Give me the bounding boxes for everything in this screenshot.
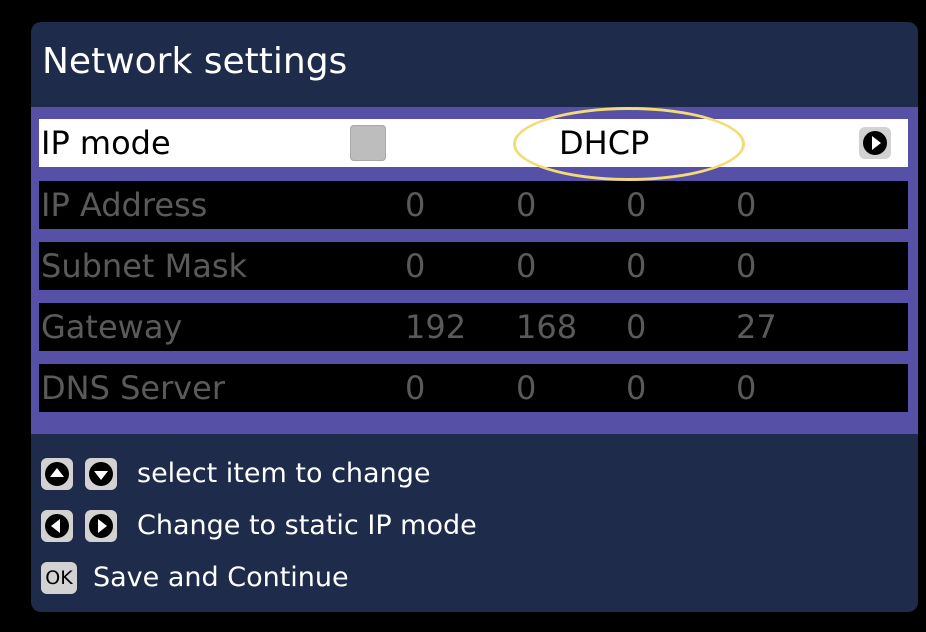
settings-list: IP mode DHCP IP Address 0 0 0 0 Subnet M…: [31, 107, 918, 434]
gateway-octet-2[interactable]: 168: [516, 303, 577, 351]
help-select-item-text: select item to change: [137, 458, 431, 489]
ip-address-octet-1[interactable]: 0: [405, 181, 425, 229]
dns-server-label: DNS Server: [41, 369, 225, 407]
help-change-mode-text: Change to static IP mode: [137, 510, 477, 541]
right-arrow-icon[interactable]: [859, 127, 891, 159]
ip-mode-label: IP mode: [41, 124, 171, 162]
screen-background: Network settings IP mode DHCP IP Address: [0, 0, 926, 632]
up-arrow-icon: [41, 458, 73, 490]
help-save-continue-text: Save and Continue: [93, 562, 349, 593]
subnet-mask-octet-1[interactable]: 0: [405, 242, 425, 290]
ok-button-icon: OK: [41, 562, 77, 594]
gateway-octet-4[interactable]: 27: [736, 303, 777, 351]
subnet-mask-row[interactable]: Subnet Mask 0 0 0 0: [39, 242, 908, 290]
gateway-octet-3[interactable]: 0: [626, 303, 646, 351]
down-arrow-icon: [85, 458, 117, 490]
subnet-mask-octet-3[interactable]: 0: [626, 242, 646, 290]
subnet-mask-octet-4[interactable]: 0: [736, 242, 756, 290]
gateway-row[interactable]: Gateway 192 168 0 27: [39, 303, 908, 351]
dns-server-octet-3[interactable]: 0: [626, 364, 646, 412]
dns-server-row[interactable]: DNS Server 0 0 0 0: [39, 364, 908, 412]
page-title: Network settings: [42, 41, 348, 82]
left-arrow-icon: [41, 510, 73, 542]
gateway-octet-1[interactable]: 192: [405, 303, 466, 351]
subnet-mask-label: Subnet Mask: [41, 247, 248, 285]
dns-server-octet-4[interactable]: 0: [736, 364, 756, 412]
dns-server-octet-1[interactable]: 0: [405, 364, 425, 412]
ip-address-label: IP Address: [41, 186, 208, 224]
left-arrow-disabled-icon: [350, 125, 386, 161]
ip-mode-row[interactable]: IP mode DHCP: [39, 107, 908, 181]
ip-address-row[interactable]: IP Address 0 0 0 0: [39, 181, 908, 229]
subnet-mask-octet-2[interactable]: 0: [516, 242, 536, 290]
network-settings-panel: Network settings IP mode DHCP IP Address: [31, 22, 918, 612]
ip-address-octet-4[interactable]: 0: [736, 181, 756, 229]
gateway-label: Gateway: [41, 308, 183, 346]
right-arrow-icon: [85, 510, 117, 542]
dns-server-octet-2[interactable]: 0: [516, 364, 536, 412]
ip-address-octet-3[interactable]: 0: [626, 181, 646, 229]
ip-address-octet-2[interactable]: 0: [516, 181, 536, 229]
ip-mode-value[interactable]: DHCP: [559, 119, 649, 167]
